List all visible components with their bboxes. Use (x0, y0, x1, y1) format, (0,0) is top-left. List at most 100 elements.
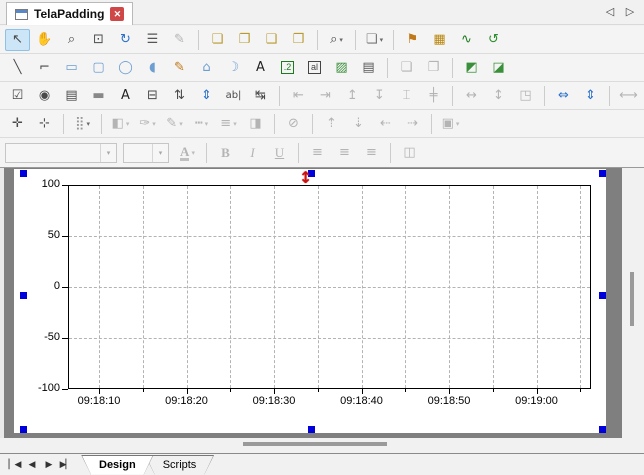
horizontal-scrollbar[interactable] (0, 438, 644, 453)
group-button[interactable]: ❏ (394, 57, 419, 79)
tab-design[interactable]: Design (81, 455, 154, 475)
align-bottom-button[interactable]: ↧ (367, 85, 392, 107)
distribute-vertical-button[interactable]: ◪ (486, 57, 511, 79)
brush-style-dropdown[interactable]: ✑▾ (135, 113, 160, 135)
move-forward-button[interactable]: ❑ (259, 29, 284, 51)
font-color-dropdown[interactable]: A▾ (175, 142, 200, 164)
shift-down-button[interactable]: ⇣ (346, 113, 371, 135)
horizontal-scrollbar-thumb[interactable] (243, 442, 387, 446)
line-style-dropdown[interactable]: ┅▾ (189, 113, 214, 135)
text-tool[interactable]: A (248, 57, 273, 79)
font-family-combo[interactable]: ▾ (5, 143, 117, 163)
same-size-button[interactable]: ◳ (513, 85, 538, 107)
zoom-area-tool[interactable]: ⊡ (86, 29, 111, 51)
align-right-button[interactable]: ⇥ (313, 85, 338, 107)
multiline-text-tool[interactable]: ↹ (248, 85, 273, 107)
line-width-dropdown[interactable]: ≡▾ (216, 113, 241, 135)
grid-dropdown[interactable]: ⣿▾ (70, 113, 95, 135)
open-polyline-tool[interactable]: ⌐ (32, 57, 57, 79)
move-to-front-button[interactable]: ❏ (205, 29, 230, 51)
line-color-dropdown[interactable]: ✎▾ (162, 113, 187, 135)
underline-button[interactable]: U (267, 142, 292, 164)
move-to-back-button[interactable]: ❐ (232, 29, 257, 51)
polygon-tool[interactable]: ⌂ (194, 57, 219, 79)
first-screen-button[interactable]: ▏◀ (6, 460, 23, 470)
vertical-scrollbar[interactable] (622, 168, 644, 438)
italic-button[interactable]: I (240, 142, 265, 164)
combo-box-tool[interactable]: ⊟ (140, 85, 165, 107)
last-screen-button[interactable]: ▶▏ (57, 460, 74, 470)
selection-handle[interactable] (599, 170, 606, 177)
shift-left-button[interactable]: ⇠ (373, 113, 398, 135)
center-horizontally-button[interactable]: ╪ (421, 85, 446, 107)
zoom-level-dropdown[interactable]: ⌕▾ (324, 29, 349, 51)
arc-tool[interactable]: ◖ (140, 57, 165, 79)
tab-scroll-right-icon[interactable]: ▷ (622, 5, 638, 18)
same-width-button[interactable]: ↔ (459, 85, 484, 107)
checkbox-tool[interactable]: ☑ (5, 85, 30, 107)
document-tab-telapadding[interactable]: TelaPadding ✕ (6, 2, 133, 25)
ungroup-button[interactable]: ❐ (421, 57, 446, 79)
center-horizontal-screen-button[interactable]: ⇔ (551, 85, 576, 107)
rectangle-tool[interactable]: ▭ (59, 57, 84, 79)
invert-colors-button[interactable]: ⊘ (281, 113, 306, 135)
nudge-position-button[interactable]: ✛ (5, 113, 30, 135)
align-top-button[interactable]: ↥ (340, 85, 365, 107)
font-size-combo[interactable]: ▾ (123, 143, 169, 163)
group-objects-dropdown[interactable]: ❏▾ (362, 29, 387, 51)
trend-control-button[interactable]: ∿ (454, 29, 479, 51)
move-backward-button[interactable]: ❒ (286, 29, 311, 51)
selection-handle[interactable] (308, 426, 315, 433)
align-text-center-button[interactable]: ≡ (332, 142, 357, 164)
pan-tool[interactable]: ✋ (32, 29, 57, 51)
same-height-button[interactable]: ↕ (486, 85, 511, 107)
line-tool[interactable]: ╲ (5, 57, 30, 79)
shift-right-button[interactable]: ⇢ (400, 113, 425, 135)
spin-button-tool[interactable]: ⇅ (167, 85, 192, 107)
list-box-tool[interactable]: ▤ (59, 85, 84, 107)
alarm-control-button[interactable]: ⚑ (400, 29, 425, 51)
center-vertically-button[interactable]: ⌶ (394, 85, 419, 107)
tab-scripts[interactable]: Scripts (145, 455, 215, 475)
selection-handle[interactable] (20, 170, 27, 177)
rounded-rectangle-tool[interactable]: ▢ (86, 57, 111, 79)
zoom-tool[interactable]: ⌕ (59, 29, 84, 51)
picture-tool[interactable]: ▨ (329, 57, 354, 79)
scheduler-control-button[interactable]: ↺ (481, 29, 506, 51)
vertical-scrollbar-thumb[interactable] (630, 272, 634, 326)
tab-scroll-left-icon[interactable]: ◁ (602, 5, 618, 18)
align-text-right-button[interactable]: ≡ (359, 142, 384, 164)
text-frame-button[interactable]: ◫ (397, 142, 422, 164)
refresh-button[interactable]: ↻ (113, 29, 138, 51)
bold-button[interactable]: B (213, 142, 238, 164)
align-left-button[interactable]: ⇤ (286, 85, 311, 107)
align-text-left-button[interactable]: ≡ (305, 142, 330, 164)
selection-handle[interactable] (20, 426, 27, 433)
space-evenly-horizontal-button[interactable]: ⟷ (616, 85, 641, 107)
distribute-horizontal-button[interactable]: ◩ (459, 57, 484, 79)
ellipse-tool[interactable]: ◯ (113, 57, 138, 79)
next-screen-button[interactable]: ▶ (40, 460, 57, 470)
previous-screen-button[interactable]: ◀ (23, 460, 40, 470)
numeric-display-tool[interactable]: .2 (275, 57, 300, 79)
text-box-tool[interactable]: al (302, 57, 327, 79)
selection-handle[interactable] (599, 292, 606, 299)
fill-effects-button[interactable]: ◨ (243, 113, 268, 135)
edit-box-tool[interactable]: ab| (221, 85, 246, 107)
selection-handle[interactable] (20, 292, 27, 299)
close-icon[interactable]: ✕ (110, 7, 124, 21)
edit-lock-button[interactable]: ✎ (167, 29, 192, 51)
closed-curve-tool[interactable]: ☽ (221, 57, 246, 79)
scale-tool[interactable]: ▤ (356, 57, 381, 79)
shift-up-button[interactable]: ⇡ (319, 113, 344, 135)
tab-order-button[interactable]: ☰ (140, 29, 165, 51)
label-tool[interactable]: A (113, 85, 138, 107)
center-vertical-screen-button[interactable]: ⇕ (578, 85, 603, 107)
grid-control-button[interactable]: ▦ (427, 29, 452, 51)
slider-tool[interactable]: ⇕ (194, 85, 219, 107)
design-canvas[interactable]: 100500-50-10009:18:1009:18:2009:18:3009:… (0, 168, 622, 438)
fill-color-dropdown[interactable]: ◧▾ (108, 113, 133, 135)
nudge-size-button[interactable]: ⊹ (32, 113, 57, 135)
freehand-tool[interactable]: ✎ (167, 57, 192, 79)
radio-button-tool[interactable]: ◉ (32, 85, 57, 107)
